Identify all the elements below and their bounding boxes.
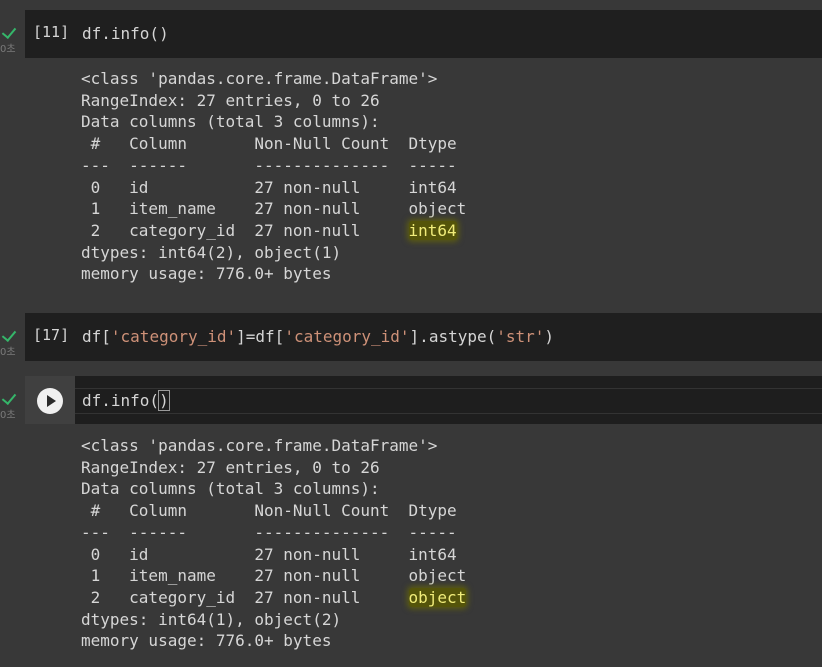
execution-count: [11]: [33, 23, 70, 41]
output-line: memory usage: 776.0+ bytes: [81, 631, 332, 651]
code-token: df[: [82, 327, 111, 346]
code-string-token: 'str': [496, 327, 545, 346]
notebook-cell-11[interactable]: 0초 [11] df.info() <class 'pandas.core.fr…: [0, 10, 822, 295]
run-cell-button[interactable]: [25, 376, 75, 424]
notebook: 0초 [11] df.info() <class 'pandas.core.fr…: [0, 0, 822, 667]
code-line[interactable]: df.info(): [82, 24, 169, 43]
play-icon[interactable]: [37, 388, 63, 414]
cell-output: <class 'pandas.core.frame.DataFrame'> Ran…: [81, 435, 467, 652]
notebook-cell-17[interactable]: 0초 [17] df['category_id']=df['category_i…: [0, 313, 822, 361]
output-row-text: 1 item_name 27 non-null: [81, 566, 409, 586]
execution-time: 0초: [0, 410, 16, 421]
output-line: dtypes: int64(2), object(1): [81, 242, 342, 262]
code-token: df.info(): [82, 24, 169, 43]
output-line: Data columns (total 3 columns):: [81, 479, 380, 499]
execution-time: 0초: [0, 347, 16, 358]
output-line: # Column Non-Null Count Dtype: [81, 134, 467, 154]
output-row-text: 2 category_id 27 non-null: [81, 587, 409, 607]
output-row-text: 1 item_name 27 non-null: [81, 199, 409, 219]
code-string-token: 'category_id': [284, 327, 410, 346]
text-caret: [168, 392, 170, 409]
output-table-row: 2 category_id 27 non-null int64: [81, 220, 466, 242]
output-line: Data columns (total 3 columns):: [81, 112, 380, 132]
output-line: RangeIndex: 27 entries, 0 to 26: [81, 90, 380, 110]
code-string-token: 'category_id': [110, 327, 237, 346]
code-line[interactable]: df['category_id']=df['category_id'].asty…: [82, 327, 554, 346]
output-line: dtypes: int64(1), object(2): [81, 609, 342, 629]
dtype-value: object: [408, 566, 467, 586]
output-line: # Column Non-Null Count Dtype: [81, 501, 467, 521]
code-token: ): [544, 327, 555, 346]
check-icon: [1, 389, 17, 406]
dtype-value: int64: [408, 177, 457, 197]
output-line: RangeIndex: 27 entries, 0 to 26: [81, 457, 380, 477]
output-line: --- ------ -------------- -----: [81, 155, 467, 175]
output-table-row: 2 category_id 27 non-null object: [81, 587, 467, 609]
execution-time: 0초: [0, 44, 16, 55]
output-line: <class 'pandas.core.frame.DataFrame'>: [81, 436, 438, 455]
code-token: ].astype(: [409, 327, 497, 346]
check-icon: [1, 326, 17, 343]
code-token: ]=df[: [236, 327, 285, 346]
dtype-value: object: [408, 199, 467, 219]
output-row-text: 0 id 27 non-null: [81, 544, 409, 564]
output-table-row: 1 item_name 27 non-null object: [81, 565, 467, 587]
check-icon: [1, 23, 17, 40]
cell-output: <class 'pandas.core.frame.DataFrame'> Ran…: [81, 68, 466, 285]
code-before-cursor: df.info(: [82, 391, 160, 410]
highlighted-dtype: int64: [408, 220, 457, 240]
execution-count: [17]: [33, 326, 70, 344]
active-line: [75, 388, 822, 414]
notebook-cell-active[interactable]: 0초 df.info() <class 'pandas.core.frame.D…: [0, 376, 822, 667]
highlighted-dtype: object: [408, 587, 467, 607]
output-line: --- ------ -------------- -----: [81, 522, 467, 542]
output-table-row: 0 id 27 non-null int64: [81, 177, 466, 199]
output-row-text: 0 id 27 non-null: [81, 177, 409, 197]
output-line: memory usage: 776.0+ bytes: [81, 264, 332, 284]
code-line[interactable]: df.info(): [82, 390, 170, 411]
output-line: <class 'pandas.core.frame.DataFrame'>: [81, 69, 438, 88]
matching-bracket: ): [158, 390, 170, 411]
output-row-text: 2 category_id 27 non-null: [81, 220, 409, 240]
output-table-row: 1 item_name 27 non-null object: [81, 198, 467, 220]
dtype-value: int64: [408, 544, 457, 564]
output-table-row: 0 id 27 non-null int64: [81, 544, 466, 566]
